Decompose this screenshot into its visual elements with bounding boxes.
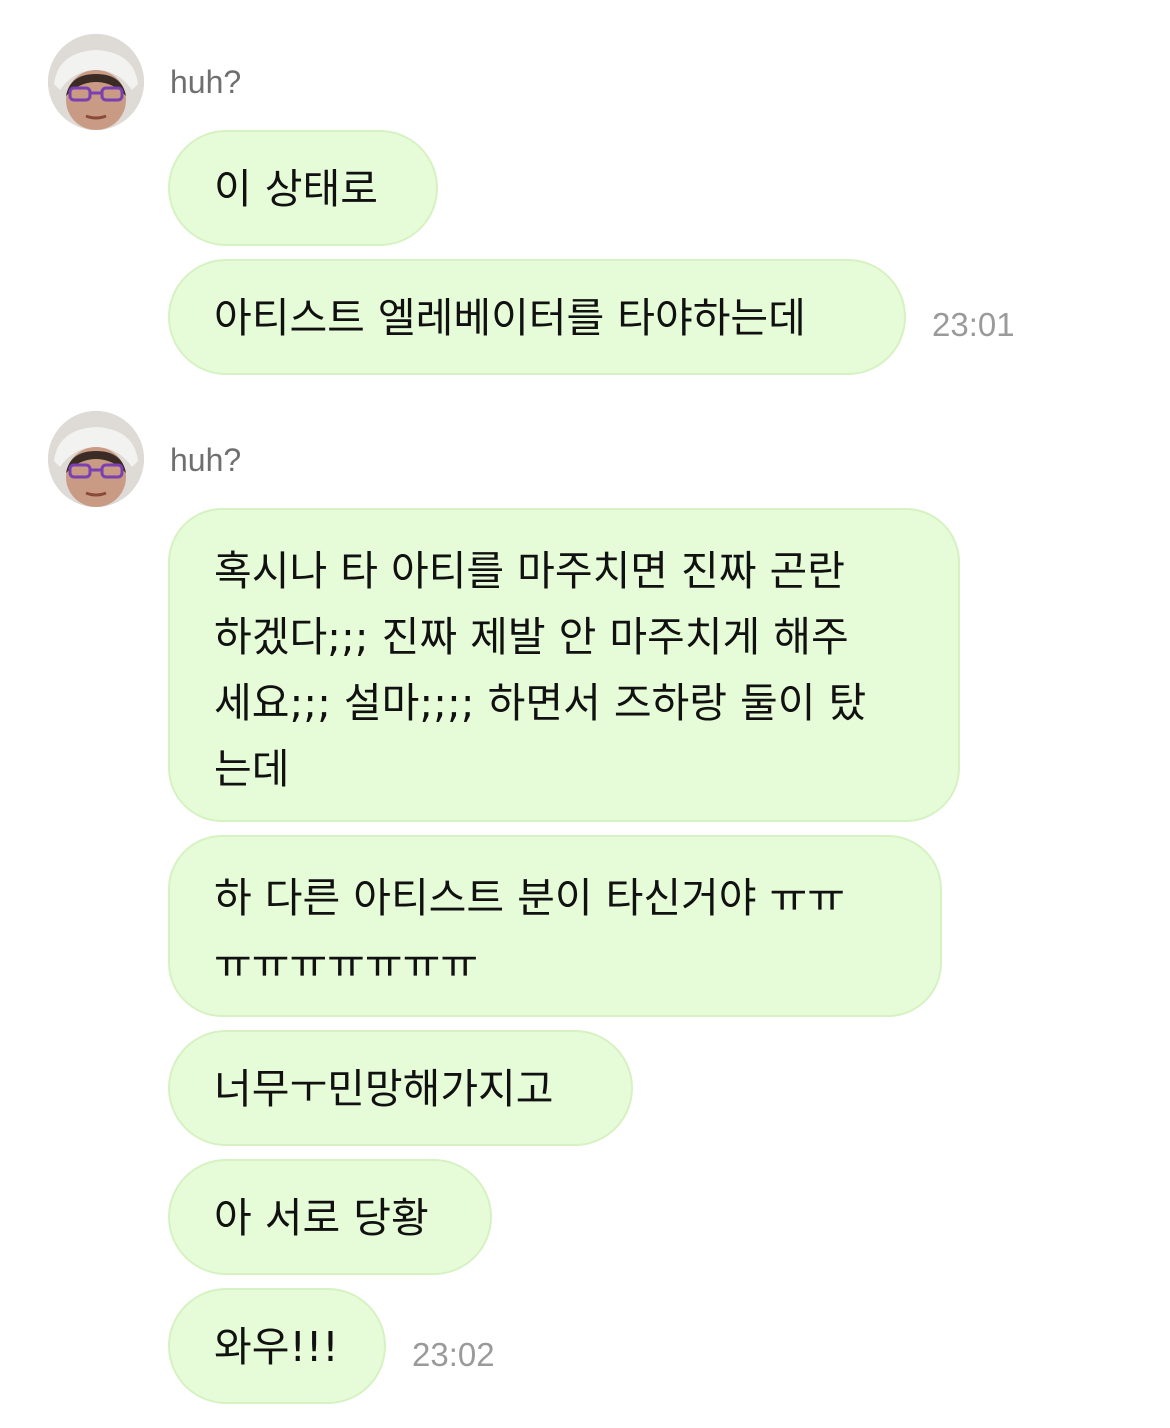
sender-name: huh?	[170, 442, 242, 478]
message-timestamp: 23:01	[932, 306, 1015, 343]
message-bubble[interactable]: 너무ㅜ민망해가지고	[168, 1030, 633, 1146]
sender-name: huh?	[170, 64, 242, 100]
message-bubble[interactable]: 아티스트 엘레베이터를 타야하는데	[168, 259, 906, 375]
message-bubble[interactable]: 아 서로 당황	[168, 1159, 492, 1275]
message-timestamp: 23:02	[412, 1336, 495, 1373]
message-bubble[interactable]: 이 상태로	[168, 130, 438, 246]
message-bubble[interactable]: 와우!!!	[168, 1288, 386, 1404]
avatar-photo-icon	[48, 411, 144, 507]
message-bubble[interactable]: 하 다른 아티스트 분이 타신거야 ㅠㅠ ㅠㅠㅠㅠㅠㅠㅠ	[168, 835, 942, 1017]
sender-avatar[interactable]	[48, 411, 144, 507]
avatar-photo-icon	[48, 34, 144, 130]
message-bubble[interactable]: 혹시나 타 아티를 마주치면 진짜 곤란 하겠다;;; 진짜 제발 안 마주치게…	[168, 508, 960, 822]
sender-avatar[interactable]	[48, 34, 144, 130]
